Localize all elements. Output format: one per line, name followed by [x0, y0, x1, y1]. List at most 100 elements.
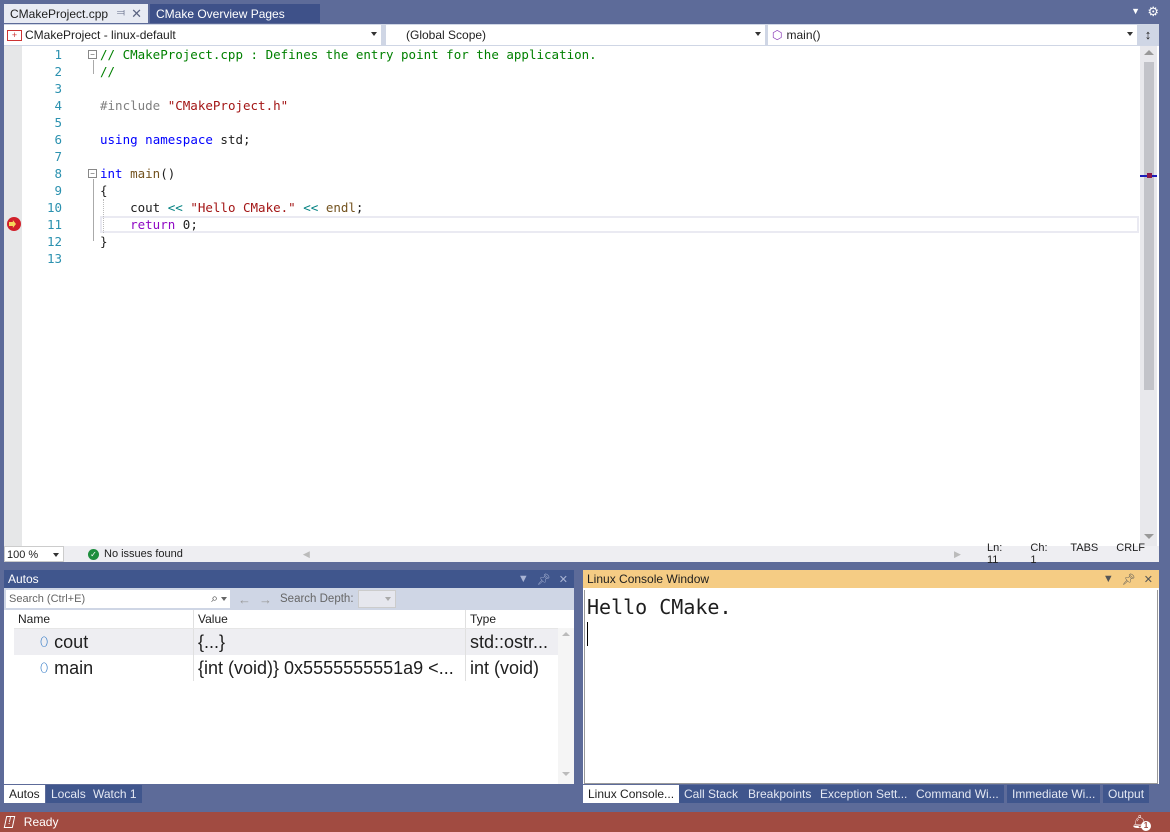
table-row[interactable]: ⬯ cout {...} std::ostr... [14, 629, 574, 655]
panel-tab-immediate-wi[interactable]: Immediate Wi... [1007, 785, 1101, 803]
issues-label: No issues found [104, 548, 183, 560]
code-line[interactable]: int main() [100, 165, 1140, 182]
line-number: 1 [54, 47, 62, 62]
code-line[interactable]: using namespace std; [100, 131, 1140, 148]
pin-icon[interactable]: 📌︎ [537, 573, 551, 586]
search-back-icon[interactable]: ← [238, 592, 251, 607]
autos-scrollbar[interactable] [558, 628, 574, 784]
autos-grid-header: Name Value Type [14, 610, 574, 629]
vertical-scrollbar[interactable] [1140, 46, 1157, 546]
panel-tab-watch-1[interactable]: Watch 1 [88, 785, 142, 803]
gear-icon[interactable]: ⚙ [1147, 4, 1159, 20]
scroll-left-icon[interactable]: ◀ [303, 549, 310, 560]
column-header-value[interactable]: Value [194, 610, 466, 628]
close-icon[interactable]: ✕ [131, 6, 142, 22]
code-line[interactable] [100, 148, 1140, 165]
code-token: ; [355, 200, 364, 215]
panel-tab-call-stack[interactable]: Call Stack [679, 785, 744, 803]
scope-dropdown[interactable]: (Global Scope) [386, 25, 766, 45]
outline-line [93, 60, 94, 74]
column-header-type[interactable]: Type [466, 610, 554, 628]
scroll-down-icon[interactable] [562, 772, 570, 776]
code-line[interactable] [100, 80, 1140, 97]
panel-tab-autos[interactable]: Autos [4, 785, 45, 803]
search-input[interactable]: Search (Ctrl+E) ⌕ [6, 590, 230, 608]
code-line[interactable]: #include "CMakeProject.h" [100, 97, 1140, 114]
code-line[interactable]: return 0; [100, 216, 1140, 233]
var-value[interactable]: {...} [194, 629, 466, 655]
pin-icon[interactable]: ⫤ [117, 7, 125, 20]
line-number: 9 [54, 183, 62, 198]
code-line[interactable]: } [100, 233, 1140, 250]
collapse-icon[interactable]: − [88, 50, 97, 59]
close-icon[interactable]: ✕ [1144, 573, 1153, 586]
project-icon: + [7, 29, 22, 41]
code-line[interactable]: // CMakeProject.cpp : Defines the entry … [100, 46, 1140, 63]
debug-status-icon: ! [3, 816, 16, 828]
close-icon[interactable]: ✕ [559, 573, 568, 586]
scroll-up-icon[interactable] [1144, 50, 1154, 55]
char-indicator[interactable]: Ch: 1 [1030, 542, 1056, 566]
code-editor[interactable]: 1 2 3 4 5 6 7 8 9 10 11 12 13 − − // CMakeProject.cp… [4, 46, 1159, 546]
chevron-down-icon[interactable] [221, 597, 227, 601]
code-token: // CMakeProject.cpp : Defines the entry … [100, 47, 597, 62]
indent-indicator[interactable]: TABS [1070, 542, 1098, 566]
text-cursor [587, 622, 588, 646]
autos-panel: Autos ▼ 📌︎ ✕ Search (Ctrl+E) ⌕ ← → Searc… [4, 570, 574, 784]
window-menu-icon[interactable]: ▼ [518, 573, 529, 586]
panel-tab-linux-console[interactable]: Linux Console... [583, 785, 680, 803]
eol-indicator[interactable]: CRLF [1116, 542, 1145, 566]
var-value[interactable]: {int (void)} 0x5555555551a9 <... [194, 655, 466, 681]
search-forward-icon[interactable]: → [259, 592, 272, 607]
tab-cmake-overview-pages[interactable]: CMake Overview Pages [150, 4, 320, 23]
code-line[interactable]: { [100, 182, 1140, 199]
zoom-dropdown[interactable]: 100 % [4, 546, 64, 562]
code-line[interactable] [100, 250, 1140, 267]
panel-tab-exception-sett[interactable]: Exception Sett... [815, 785, 913, 803]
line-number: 4 [54, 98, 62, 113]
search-depth-dropdown[interactable] [357, 590, 396, 608]
console-output[interactable]: Hello CMake. [584, 590, 1158, 784]
scrollbar-thumb[interactable] [1144, 62, 1154, 390]
panel-title: Linux Console Window [587, 572, 710, 586]
scroll-right-icon[interactable]: ▶ [954, 549, 961, 560]
tab-list-dropdown-icon[interactable]: ▼ [1131, 6, 1140, 16]
tab-label: CMakeProject.cpp [10, 6, 109, 21]
autos-toolbar: Search (Ctrl+E) ⌕ ← → Search Depth: [4, 588, 574, 610]
indicator-margin[interactable] [4, 46, 22, 546]
panel-tab-output[interactable]: Output [1103, 785, 1150, 803]
panel-tab-locals[interactable]: Locals [46, 785, 91, 803]
issues-indicator[interactable]: ✓ No issues found [88, 548, 183, 560]
panel-tab-command-wi[interactable]: Command Wi... [911, 785, 1004, 803]
scroll-down-icon[interactable] [1144, 534, 1154, 539]
cursor-position[interactable]: Ln: 11 Ch: 1 TABS CRLF [987, 542, 1159, 566]
project-dropdown[interactable]: + CMakeProject - linux-default [4, 25, 382, 45]
chevron-down-icon [1127, 32, 1133, 36]
table-row[interactable]: ⬯ main {int (void)} 0x5555555551a9 <... i… [14, 655, 574, 681]
column-header-name[interactable]: Name [14, 610, 194, 628]
panel-tab-breakpoints[interactable]: Breakpoints [743, 785, 817, 803]
code-token: } [100, 234, 108, 249]
code-token: return [130, 217, 176, 232]
panel-title: Autos [8, 572, 39, 586]
split-icon: ↕ [1144, 27, 1152, 42]
line-indicator[interactable]: Ln: 11 [987, 542, 1016, 566]
pin-icon[interactable]: 📌︎ [1122, 573, 1136, 586]
scroll-up-icon[interactable] [562, 632, 570, 636]
autos-title-bar[interactable]: Autos ▼ 📌︎ ✕ [4, 570, 574, 588]
var-type: std::ostr... [470, 632, 549, 652]
code-token: endl [325, 200, 356, 215]
code-text[interactable]: // CMakeProject.cpp : Defines the entry … [100, 46, 1140, 267]
tab-cmakeproject-cpp[interactable]: CMakeProject.cpp ⫤ ✕ [4, 4, 148, 23]
window-menu-icon[interactable]: ▼ [1103, 573, 1114, 586]
code-line[interactable]: cout << "Hello CMake." << endl; [100, 199, 1140, 216]
right-rail [1159, 46, 1170, 546]
member-dropdown[interactable]: ⬡ main() [768, 25, 1138, 45]
code-line[interactable]: // [100, 63, 1140, 80]
check-circle-icon: ✓ [88, 548, 99, 560]
split-window-button[interactable]: ↕ [1138, 25, 1158, 45]
code-line[interactable] [100, 114, 1140, 131]
collapse-icon[interactable]: − [88, 169, 97, 178]
search-icon[interactable]: ⌕ [211, 591, 218, 606]
console-title-bar[interactable]: Linux Console Window ▼ 📌︎ ✕ [583, 570, 1159, 588]
